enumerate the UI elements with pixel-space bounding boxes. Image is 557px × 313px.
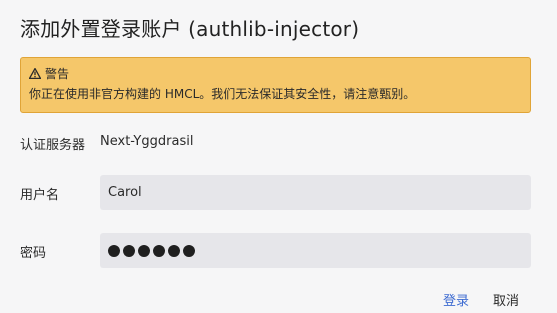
warning-title: 警告 [45,66,70,81]
login-button[interactable]: 登录 [443,290,469,309]
password-mask-dot [123,244,135,257]
password-mask-dot [108,244,120,257]
dialog-title: 添加外置登录账户 (authlib-injector) [20,17,360,41]
warning-banner: 警告 你正在使用非官方构建的 HMCL。我们无法保证其安全性，请注意甄别。 [20,57,531,113]
password-mask-dot [168,244,180,257]
password-mask-dot [153,244,165,257]
warning-header: 警告 [29,64,522,82]
warning-message: 你正在使用非官方构建的 HMCL。我们无法保证其安全性，请注意甄别。 [29,87,416,101]
password-mask-dot [183,244,195,257]
server-label: 认证服务器 [20,138,86,153]
username-value: Carol [108,185,142,200]
username-label: 用户名 [20,188,60,203]
username-input[interactable]: Carol [100,175,531,210]
password-mask-dot [138,244,150,257]
warning-triangle-icon [29,67,41,79]
cancel-button[interactable]: 取消 [493,290,519,309]
password-label: 密码 [20,246,47,261]
server-value: Next-Yggdrasil [100,134,194,149]
add-account-dialog: 添加外置登录账户 (authlib-injector) 警告 你正在使用非官方构… [0,0,557,313]
password-mask [108,244,195,257]
password-input[interactable] [100,233,531,268]
